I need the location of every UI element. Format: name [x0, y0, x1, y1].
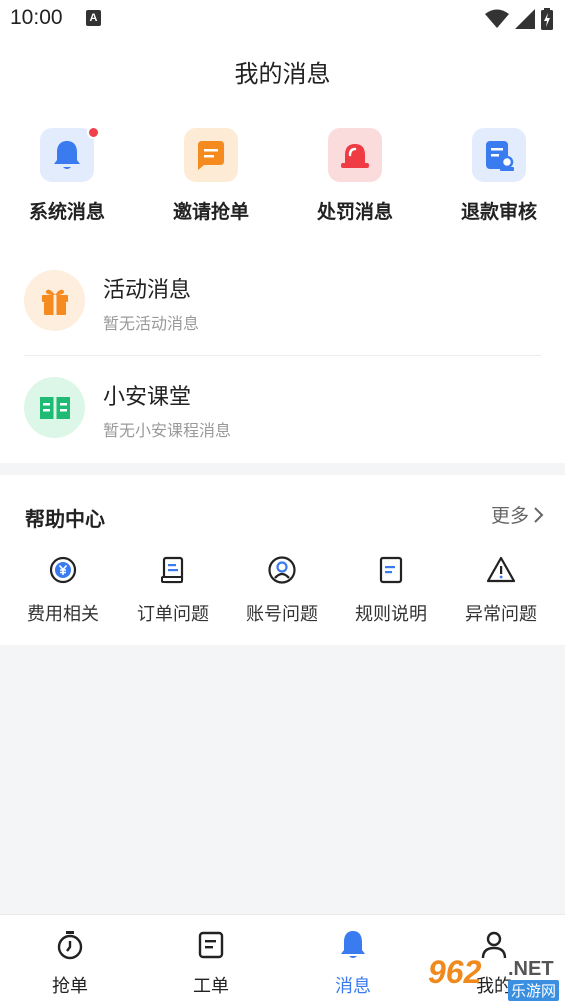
page-header: 我的消息 — [0, 38, 565, 108]
help-center-title: 帮助中心 — [25, 509, 105, 531]
bell-icon — [341, 931, 365, 958]
page-title: 我的消息 — [234, 61, 331, 88]
more-label: 更多 — [490, 506, 529, 527]
warning-icon — [486, 556, 516, 583]
help-item-exceptions[interactable]: 异常问题 — [446, 555, 556, 626]
category-penalty-messages[interactable]: 处罚消息 — [290, 128, 420, 224]
book-icon — [24, 377, 85, 438]
yen-icon — [49, 556, 77, 584]
tab-messages[interactable]: 消息 — [308, 929, 398, 998]
help-item-orders[interactable]: 订单问题 — [118, 555, 228, 626]
category-label: 处罚消息 — [316, 202, 393, 223]
divider — [24, 355, 541, 356]
worksheet-icon — [198, 931, 224, 959]
message-title: 小安课堂 — [103, 384, 192, 409]
classroom-messages-row[interactable]: 小安课堂 暂无小安课程消息 — [24, 357, 541, 463]
order-icon — [161, 556, 184, 584]
unread-dot — [87, 126, 100, 139]
notification-a-icon: A — [86, 10, 101, 26]
document-check-icon — [472, 128, 526, 182]
activity-messages-row[interactable]: 活动消息 暂无活动消息 — [24, 250, 541, 356]
gift-icon — [24, 270, 85, 331]
message-panel: 系统消息 邀请抢单 处罚消息 退款审核 活动消息 暂无活动消息 小安课堂 暂无小… — [0, 108, 565, 463]
wifi-icon — [485, 9, 509, 28]
chat-icon — [184, 128, 238, 182]
help-item-label: 异常问题 — [465, 604, 537, 624]
help-center-section: 帮助中心 更多 费用相关 订单问题 账号问题 规则说明 异常问题 — [0, 475, 565, 645]
watermark-number: 962 — [428, 954, 482, 990]
watermark-net: .NET — [508, 958, 554, 980]
tab-worksheet[interactable]: 工单 — [166, 929, 256, 998]
help-item-label: 订单问题 — [137, 604, 209, 624]
message-subtitle: 暂无活动消息 — [103, 316, 200, 333]
status-time: 10:00 — [10, 6, 63, 29]
category-invite-grab-order[interactable]: 邀请抢单 — [146, 128, 276, 224]
status-bar: 10:00 A — [0, 0, 565, 38]
tab-label: 消息 — [335, 976, 371, 996]
signal-icon — [515, 9, 535, 29]
rules-icon — [379, 556, 403, 584]
watermark-logo: 962 .NET 乐游网 — [428, 954, 565, 1001]
chevron-right-icon — [534, 506, 544, 523]
message-title: 活动消息 — [103, 277, 192, 302]
help-item-fees[interactable]: 费用相关 — [8, 555, 118, 626]
watermark-cn: 乐游网 — [508, 980, 560, 1001]
category-system-messages[interactable]: 系统消息 — [2, 126, 132, 224]
battery-icon — [541, 8, 553, 30]
tab-label: 工单 — [193, 976, 229, 996]
help-item-label: 规则说明 — [355, 604, 427, 624]
tab-grab-order[interactable]: 抢单 — [25, 929, 115, 998]
help-item-label: 费用相关 — [27, 604, 99, 624]
tab-label: 抢单 — [52, 976, 88, 996]
category-label: 退款审核 — [460, 202, 537, 223]
more-link[interactable]: 更多 — [491, 501, 545, 528]
message-subtitle: 暂无小安课程消息 — [103, 423, 232, 440]
category-label: 系统消息 — [28, 202, 105, 223]
status-icons — [485, 8, 553, 30]
alarm-icon — [328, 128, 382, 182]
bell-icon — [40, 126, 100, 182]
help-item-account[interactable]: 账号问题 — [227, 555, 337, 626]
user-icon — [268, 556, 296, 584]
category-refund-review[interactable]: 退款审核 — [434, 128, 564, 224]
help-item-rules[interactable]: 规则说明 — [336, 555, 446, 626]
help-item-label: 账号问题 — [246, 604, 318, 624]
category-label: 邀请抢单 — [172, 202, 249, 223]
stopwatch-icon — [57, 931, 83, 960]
